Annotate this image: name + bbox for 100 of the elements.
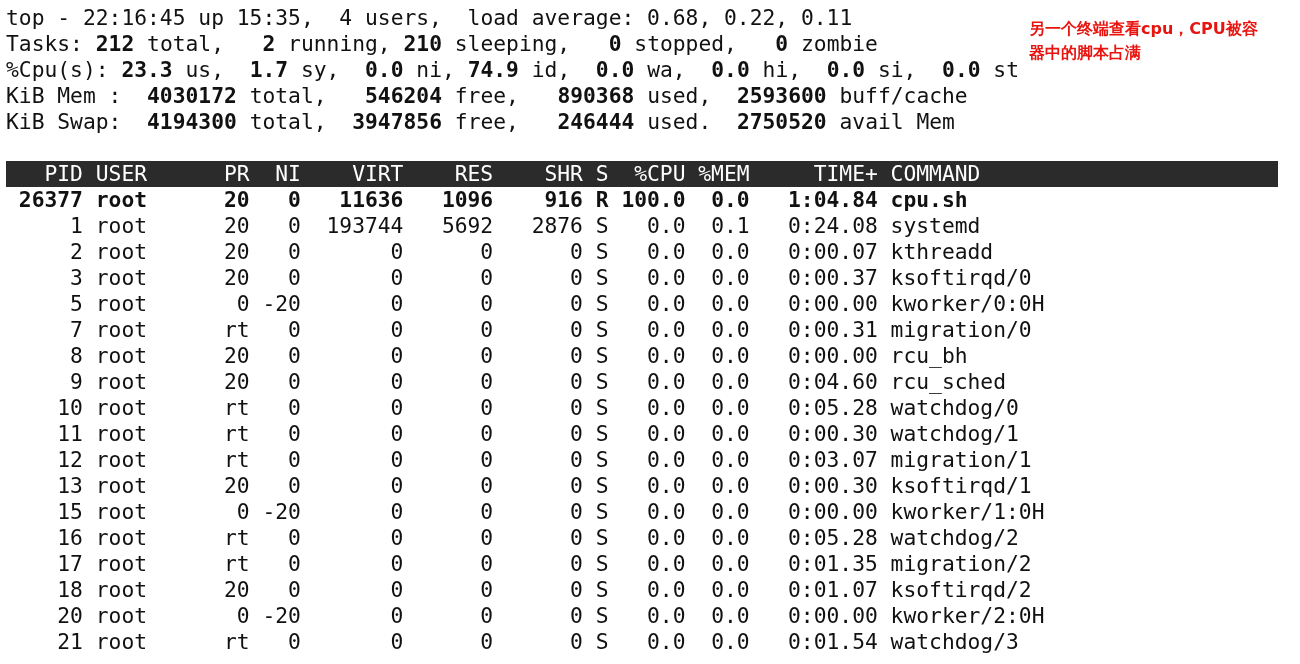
- table-cell: 0.1: [711, 213, 750, 239]
- table-cell: root: [95, 473, 148, 499]
- table-cell: watchdog/0: [890, 395, 1019, 421]
- table-cell: 17: [57, 551, 83, 577]
- table-cell: cpu.sh: [890, 187, 968, 213]
- table-cell: root: [95, 343, 148, 369]
- table-cell: 0:00.00: [788, 603, 878, 629]
- table-cell: root: [95, 499, 148, 525]
- table-cell: root: [95, 577, 148, 603]
- table-cell: S: [595, 629, 609, 655]
- table-cell: 0.0: [647, 499, 686, 525]
- table-cell: kthreadd: [890, 239, 994, 265]
- table-cell: 0.0: [647, 239, 686, 265]
- table-cell: 0:00.31: [788, 317, 878, 343]
- table-cell: rt: [223, 421, 250, 447]
- table-cell: 26377: [18, 187, 83, 213]
- column-header: NI: [275, 161, 301, 187]
- table-cell: 16: [57, 525, 83, 551]
- table-cell: 0.0: [711, 525, 750, 551]
- table-cell: 13: [57, 473, 83, 499]
- table-cell: root: [95, 525, 148, 551]
- table-cell: 0:03.07: [788, 447, 878, 473]
- table-cell: S: [595, 291, 609, 317]
- table-cell: 0: [480, 577, 494, 603]
- table-cell: watchdog/3: [890, 629, 1019, 655]
- table-cell: 0.0: [711, 499, 750, 525]
- table-cell: systemd: [890, 213, 981, 239]
- table-cell: -20: [262, 603, 301, 629]
- table-cell: 0: [570, 551, 583, 577]
- summary-line: %Cpu(s): 23.3 us, 1.7 sy, 0.0 ni, 74.9 id, 0.0 wa, 0.0 hi, 0.0 si, 0.0 st: [6, 57, 1019, 83]
- table-cell: 20: [223, 187, 250, 213]
- table-cell: -20: [262, 499, 301, 525]
- column-header: SHR: [544, 161, 583, 187]
- table-cell: 0.0: [711, 447, 750, 473]
- table-cell: 0.0: [711, 265, 750, 291]
- table-cell: S: [595, 239, 609, 265]
- table-cell: root: [95, 395, 148, 421]
- table-cell: 0.0: [647, 421, 686, 447]
- table-cell: 0: [390, 239, 404, 265]
- table-cell: 15: [57, 499, 83, 525]
- table-cell: 0:05.28: [788, 525, 878, 551]
- table-cell: 0:01.07: [788, 577, 878, 603]
- column-header: PID: [44, 161, 83, 187]
- table-cell: 0:04.60: [788, 369, 878, 395]
- table-cell: 0.0: [647, 447, 686, 473]
- table-cell: 0: [390, 343, 404, 369]
- table-cell: 0: [390, 265, 404, 291]
- table-cell: 5692: [441, 213, 494, 239]
- table-cell: 20: [223, 473, 250, 499]
- table-cell: 20: [223, 265, 250, 291]
- table-cell: 0: [390, 551, 404, 577]
- table-cell: -20: [262, 291, 301, 317]
- table-cell: 0: [236, 291, 250, 317]
- table-cell: 0: [570, 421, 583, 447]
- table-cell: 0: [288, 343, 301, 369]
- table-cell: 0: [390, 603, 404, 629]
- table-cell: 0.0: [647, 629, 686, 655]
- table-cell: rt: [223, 551, 250, 577]
- table-cell: kworker/1:0H: [890, 499, 1045, 525]
- table-cell: 0: [570, 317, 583, 343]
- table-cell: 8: [70, 343, 83, 369]
- table-cell: 0: [480, 525, 494, 551]
- table-cell: 0.0: [711, 395, 750, 421]
- table-cell: 0.0: [711, 187, 750, 213]
- annotation-note: 另一个终端查看cpu，CPU被容器中的脚本占满: [1029, 18, 1259, 64]
- table-cell: root: [95, 291, 148, 317]
- table-cell: 2: [70, 239, 83, 265]
- summary-line: top - 22:16:45 up 15:35, 4 users, load average: 0.68, 0.22, 0.11: [6, 5, 853, 31]
- table-cell: 0:00.30: [788, 421, 878, 447]
- table-cell: S: [595, 603, 609, 629]
- table-cell: 2876: [531, 213, 583, 239]
- summary-line: Tasks: 212 total, 2 running, 210 sleeping, 0 stopped, 0 zombie: [6, 31, 878, 57]
- table-cell: 0.0: [711, 343, 750, 369]
- table-cell: S: [595, 395, 609, 421]
- table-cell: 0: [480, 239, 494, 265]
- table-cell: 0: [288, 421, 301, 447]
- table-cell: 0: [390, 499, 404, 525]
- table-cell: 0: [390, 525, 404, 551]
- table-cell: root: [95, 421, 148, 447]
- table-cell: rt: [223, 447, 250, 473]
- table-cell: ksoftirqd/0: [890, 265, 1032, 291]
- table-cell: S: [595, 525, 609, 551]
- table-cell: root: [95, 603, 148, 629]
- table-cell: 0.0: [647, 551, 686, 577]
- table-cell: 0: [288, 577, 301, 603]
- table-cell: 0.0: [711, 317, 750, 343]
- table-cell: 1:04.84: [788, 187, 878, 213]
- table-cell: 0: [570, 473, 583, 499]
- column-header: S: [595, 161, 609, 187]
- table-cell: 0: [288, 239, 301, 265]
- table-cell: 0: [288, 265, 301, 291]
- table-cell: 0: [390, 577, 404, 603]
- table-cell: S: [595, 213, 609, 239]
- column-header: COMMAND: [890, 161, 981, 187]
- table-cell: S: [595, 369, 609, 395]
- table-cell: 3: [70, 265, 83, 291]
- table-cell: S: [595, 343, 609, 369]
- table-cell: 0: [570, 499, 583, 525]
- table-cell: 0: [288, 629, 301, 655]
- column-header: TIME+: [813, 161, 878, 187]
